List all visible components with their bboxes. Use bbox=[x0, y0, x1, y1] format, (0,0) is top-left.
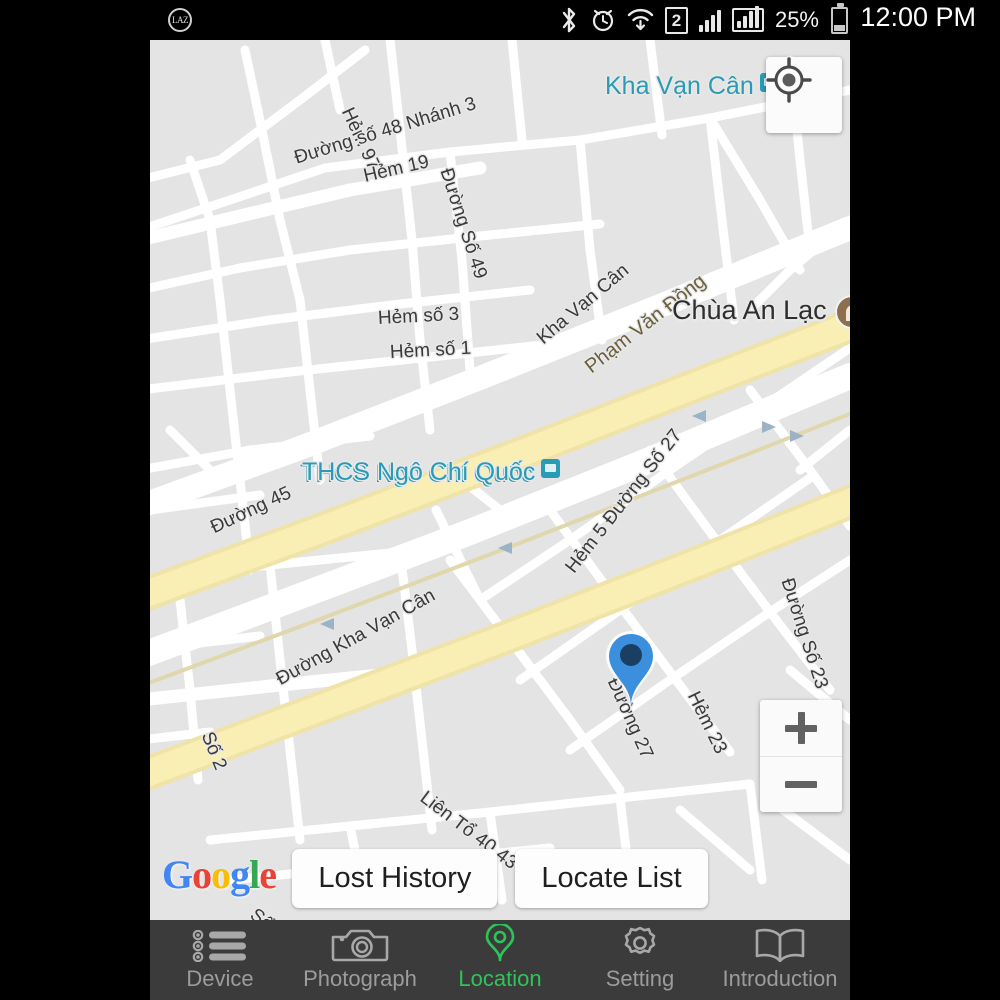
tab-introduction-label: Introduction bbox=[722, 966, 838, 991]
zoom-in-button[interactable] bbox=[760, 700, 842, 756]
zoom-out-button[interactable] bbox=[760, 756, 842, 812]
location-marker[interactable] bbox=[600, 626, 662, 712]
sim2-icon: 2 bbox=[664, 6, 688, 34]
map-canvas[interactable]: Hẻm 97 Đường số 48 Nhánh 3 Hẻm 19 Đường Số … bbox=[150, 40, 850, 920]
signal-bars-boxed-icon bbox=[731, 6, 764, 32]
tab-introduction[interactable]: Introduction bbox=[710, 920, 850, 1000]
signal-bars-icon bbox=[698, 8, 721, 32]
map-roads bbox=[150, 40, 850, 920]
camera-icon bbox=[331, 928, 389, 962]
tab-setting-label: Setting bbox=[605, 966, 675, 991]
tab-device-label: Device bbox=[186, 966, 254, 991]
my-location-button[interactable] bbox=[766, 57, 842, 133]
book-icon bbox=[753, 928, 807, 962]
clock-label: 12:00 PM bbox=[860, 2, 976, 32]
lost-history-button[interactable]: Lost History bbox=[292, 849, 498, 908]
tab-location[interactable]: Location bbox=[430, 920, 570, 1000]
my-location-icon bbox=[766, 57, 812, 103]
battery-percent-label: 25% bbox=[774, 7, 819, 32]
tab-location-label: Location bbox=[458, 966, 542, 991]
tab-photograph[interactable]: Photograph bbox=[290, 920, 430, 1000]
app-screen: LAZ 2 25% 12:00 PM Hẻm 97 Đường số 48 Nh… bbox=[0, 0, 1000, 1000]
tab-photograph-label: Photograph bbox=[303, 966, 417, 991]
zoom-controls[interactable] bbox=[760, 700, 842, 812]
tabbar-right-filler bbox=[850, 920, 1000, 1000]
bottom-tab-bar: Device Photograph Location Setting Intro… bbox=[150, 920, 850, 1000]
wifi-icon bbox=[627, 6, 654, 34]
locate-list-button[interactable]: Locate List bbox=[515, 849, 708, 908]
battery-icon bbox=[831, 2, 848, 34]
status-bar: LAZ 2 25% 12:00 PM bbox=[0, 0, 1000, 40]
status-icons: 2 25% bbox=[559, 0, 848, 40]
tab-setting[interactable]: Setting bbox=[570, 920, 710, 1000]
gear-icon bbox=[620, 926, 660, 962]
map-pin-icon bbox=[483, 924, 517, 962]
bluetooth-icon bbox=[559, 6, 579, 34]
alarm-icon bbox=[590, 6, 616, 34]
tabbar-left-filler bbox=[0, 920, 150, 1000]
map-action-buttons: Lost History Locate List bbox=[150, 849, 850, 908]
tab-device[interactable]: Device bbox=[150, 920, 290, 1000]
carrier-badge: LAZ bbox=[168, 8, 192, 32]
laz-badge-icon: LAZ bbox=[168, 8, 192, 32]
list-icon bbox=[192, 928, 248, 962]
